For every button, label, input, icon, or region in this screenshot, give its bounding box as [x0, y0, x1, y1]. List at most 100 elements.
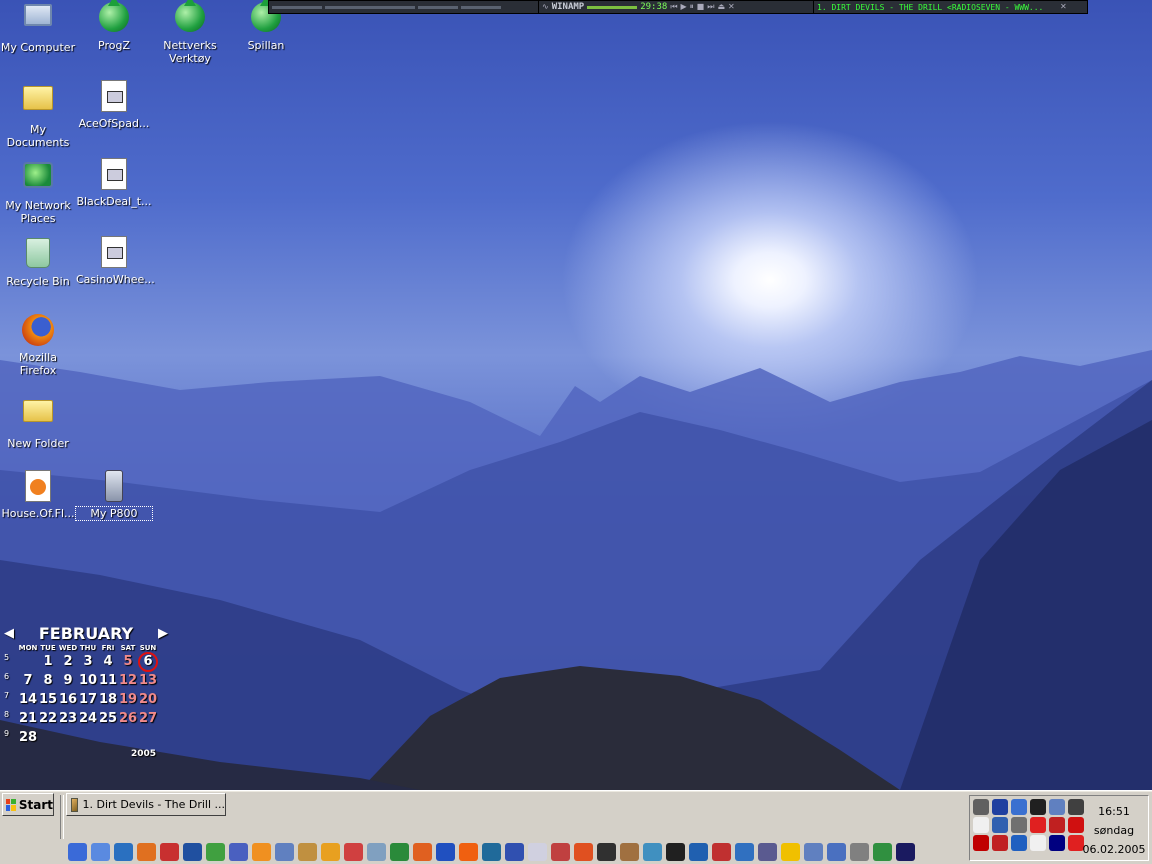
quick-launch-icon[interactable]	[114, 843, 133, 861]
desktop-icon[interactable]: BlackDeal_t...	[76, 158, 152, 208]
eq-slider[interactable]	[272, 5, 322, 9]
calendar-day[interactable]: 8	[38, 673, 58, 688]
tray-icon[interactable]	[973, 817, 989, 833]
calendar-day[interactable]: 17	[78, 692, 98, 707]
eject-icon[interactable]: ⏏	[717, 3, 725, 11]
winamp-playlist-section[interactable]: 1. DIRT DEVILS - THE DRILL <RADIOSEVEN -…	[814, 1, 1084, 13]
tray-icon[interactable]	[1049, 835, 1065, 851]
tray-icon[interactable]	[992, 835, 1008, 851]
tray-icon[interactable]	[1049, 799, 1065, 815]
desktop-icon[interactable]: Recycle Bin	[0, 236, 76, 288]
quick-launch-icon[interactable]	[413, 843, 432, 861]
quick-launch-icon[interactable]	[206, 843, 225, 861]
tray-icon[interactable]	[992, 799, 1008, 815]
calendar-day[interactable]: 14	[18, 692, 38, 707]
calendar-day[interactable]: 5	[118, 654, 138, 669]
quick-launch-icon[interactable]	[482, 843, 501, 861]
calendar-day[interactable]: 18	[98, 692, 118, 707]
calendar-day[interactable]: 10	[78, 673, 98, 688]
quick-launch-icon[interactable]	[367, 843, 386, 861]
quick-launch-icon[interactable]	[68, 843, 87, 861]
desktop-icon[interactable]: New Folder	[0, 392, 76, 450]
quick-launch-icon[interactable]	[850, 843, 869, 861]
quick-launch-icon[interactable]	[528, 843, 547, 861]
playlist-close-icon[interactable]: ✕	[1060, 3, 1067, 11]
quick-launch-icon[interactable]	[597, 843, 616, 861]
desktop-icon[interactable]: House.Of.Fl...	[0, 470, 76, 520]
quick-launch-icon[interactable]	[896, 843, 915, 861]
quick-launch-icon[interactable]	[91, 843, 110, 861]
pause-icon[interactable]: ⏸	[690, 3, 694, 11]
play-icon[interactable]: ▶	[681, 3, 687, 11]
calendar-day[interactable]: 19	[118, 692, 138, 707]
tray-icon[interactable]	[1030, 835, 1046, 851]
task-button-winamp[interactable]: 1. Dirt Devils - The Drill ...	[66, 793, 226, 816]
calendar-day[interactable]: 13	[138, 673, 158, 688]
quick-launch-icon[interactable]	[252, 843, 271, 861]
quick-launch-icon[interactable]	[827, 843, 846, 861]
quick-launch-icon[interactable]	[620, 843, 639, 861]
quick-launch-icon[interactable]	[666, 843, 685, 861]
tray-icon[interactable]	[1030, 799, 1046, 815]
calendar-day[interactable]: 2	[58, 654, 78, 669]
winamp-eq-section[interactable]	[269, 1, 539, 13]
balance-slider[interactable]	[325, 5, 415, 9]
quick-launch-icon[interactable]	[689, 843, 708, 861]
taskbar-separator[interactable]	[60, 795, 64, 839]
calendar-day[interactable]: 4	[98, 654, 118, 669]
preamp-slider[interactable]	[461, 5, 501, 9]
calendar-today[interactable]: 6	[138, 651, 158, 672]
quick-launch-icon[interactable]	[160, 843, 179, 861]
quick-launch-icon[interactable]	[459, 843, 478, 861]
next-month-icon[interactable]: ▶	[158, 626, 168, 641]
tray-icon[interactable]	[1011, 835, 1027, 851]
quick-launch-icon[interactable]	[873, 843, 892, 861]
winamp-menu-icon[interactable]: ∿	[542, 3, 549, 11]
desktop-icon[interactable]: My Computer	[0, 2, 76, 54]
quick-launch-icon[interactable]	[574, 843, 593, 861]
desktop-icon[interactable]: My Network Places	[0, 158, 76, 225]
close-icon[interactable]: ✕	[728, 3, 735, 11]
calendar-day[interactable]: 15	[38, 692, 58, 707]
desktop-icon[interactable]: CasinoWhee...	[76, 236, 155, 286]
calendar-day[interactable]: 24	[78, 711, 98, 726]
quick-launch-icon[interactable]	[804, 843, 823, 861]
quick-launch-icon[interactable]	[229, 843, 248, 861]
tray-icon[interactable]	[1030, 817, 1046, 833]
calendar-day[interactable]: 1	[38, 654, 58, 669]
calendar-day[interactable]: 28	[18, 730, 38, 745]
desktop-icon[interactable]: My Documents	[0, 80, 76, 149]
calendar-day[interactable]: 9	[58, 673, 78, 688]
quick-launch-icon[interactable]	[298, 843, 317, 861]
quick-launch-icon[interactable]	[712, 843, 731, 861]
desktop-icon[interactable]: Mozilla Firefox	[0, 314, 76, 377]
quick-launch-icon[interactable]	[137, 843, 156, 861]
winamp-bar[interactable]: ∿ WINAMP 29:38 ⏮ ▶ ⏸ ■ ⏭ ⏏ ✕ 1. DIRT DEV…	[268, 0, 1088, 14]
quick-launch-icon[interactable]	[781, 843, 800, 861]
quick-launch-icon[interactable]	[735, 843, 754, 861]
desktop-icon[interactable]: Nettverks Verktøy	[152, 0, 228, 65]
prev-month-icon[interactable]: ◀	[4, 626, 14, 641]
next-icon[interactable]: ⏭	[707, 3, 714, 11]
quick-launch-icon[interactable]	[551, 843, 570, 861]
calendar-day[interactable]: 20	[138, 692, 158, 707]
quick-launch-icon[interactable]	[321, 843, 340, 861]
calendar-day[interactable]: 25	[98, 711, 118, 726]
quick-launch-icon[interactable]	[344, 843, 363, 861]
quick-launch-icon[interactable]	[758, 843, 777, 861]
calendar-day[interactable]: 21	[18, 711, 38, 726]
quick-launch-icon[interactable]	[390, 843, 409, 861]
tray-icon[interactable]	[992, 817, 1008, 833]
desktop-icon[interactable]: ProgZ	[76, 0, 152, 52]
tray-clock[interactable]: 16:51 søndag 06.02.2005	[1082, 802, 1146, 859]
calendar-day[interactable]: 26	[118, 711, 138, 726]
quick-launch-icon[interactable]	[275, 843, 294, 861]
desktop[interactable]: My Computer ProgZ Nettverks Verktøy Spillan…	[0, 0, 1152, 790]
quick-launch-icon[interactable]	[183, 843, 202, 861]
calendar-day[interactable]: 3	[78, 654, 98, 669]
stop-icon[interactable]: ■	[697, 3, 705, 11]
volume-slider[interactable]	[418, 5, 458, 9]
tray-icon[interactable]	[973, 835, 989, 851]
tray-icon[interactable]	[1011, 817, 1027, 833]
tray-icon[interactable]	[973, 799, 989, 815]
